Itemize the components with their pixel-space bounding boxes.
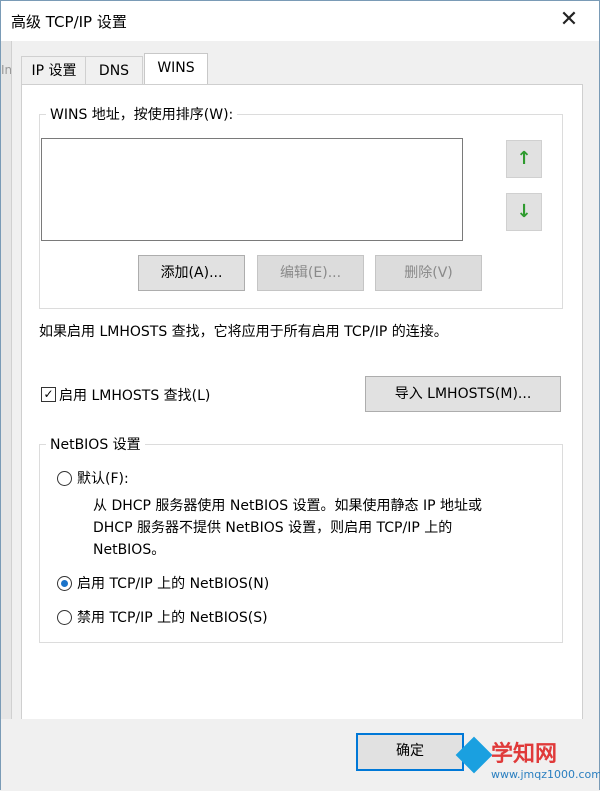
netbios-group-label: NetBIOS 设置 xyxy=(50,437,141,453)
add-button[interactable]: 添加(A)... xyxy=(138,255,245,291)
delete-button[interactable]: 删除(V) xyxy=(375,255,482,291)
default-description-line2: DHCP 服务器不提供 NetBIOS 设置，则启用 TCP/IP 上的 xyxy=(93,520,453,536)
import-lmhosts-button[interactable]: 导入 LMHOSTS(M)... xyxy=(365,376,561,412)
radio-enable-netbios[interactable] xyxy=(57,576,72,591)
lmhosts-checkbox-label[interactable]: 启用 LMHOSTS 查找(L) xyxy=(59,385,210,405)
move-down-button[interactable]: ↓ xyxy=(506,193,542,231)
checkmark-icon: ✓ xyxy=(43,387,54,401)
radio-disable-netbios[interactable] xyxy=(57,610,72,625)
background-text: In xyxy=(1,63,11,77)
tab-ip-settings[interactable]: IP 设置 xyxy=(21,56,87,85)
arrow-down-icon: ↓ xyxy=(516,201,532,222)
default-description-line3: NetBIOS。 xyxy=(93,542,166,558)
radio-default-label[interactable]: 默认(F): xyxy=(77,468,129,488)
title-bar: 高级 TCP/IP 设置 ✕ xyxy=(1,1,599,41)
watermark-url: www.jmqz1000.com xyxy=(491,768,600,781)
window-title: 高级 TCP/IP 设置 xyxy=(11,13,127,31)
dialog-window: 高级 TCP/IP 设置 ✕ In IP 设置 DNS WINS WINS 地址… xyxy=(0,0,600,791)
lmhosts-info-text: 如果启用 LMHOSTS 查找，它将应用于所有启用 TCP/IP 的连接。 xyxy=(39,324,448,340)
move-up-button[interactable]: ↑ xyxy=(506,140,542,178)
radio-enable-netbios-label[interactable]: 启用 TCP/IP 上的 NetBIOS(N) xyxy=(77,573,269,593)
close-icon[interactable]: ✕ xyxy=(557,8,581,32)
ok-button[interactable]: 确定 xyxy=(356,733,464,771)
radio-default[interactable] xyxy=(57,471,72,486)
radio-disable-netbios-label[interactable]: 禁用 TCP/IP 上的 NetBIOS(S) xyxy=(77,607,268,627)
watermark: 学知网 www.jmqz1000.com xyxy=(455,736,600,788)
tab-dns[interactable]: DNS xyxy=(85,56,143,85)
background-window-edge: In xyxy=(1,41,12,721)
default-description-line1: 从 DHCP 服务器使用 NetBIOS 设置。如果使用静态 IP 地址或 xyxy=(93,498,483,514)
arrow-up-icon: ↑ xyxy=(516,148,532,169)
lmhosts-checkbox[interactable]: ✓ xyxy=(41,387,56,402)
tab-wins[interactable]: WINS xyxy=(144,53,208,86)
watermark-logo-icon xyxy=(455,736,493,774)
edit-button[interactable]: 编辑(E)... xyxy=(257,255,364,291)
watermark-text: 学知网 xyxy=(491,742,558,767)
wins-group-label: WINS 地址，按使用排序(W): xyxy=(50,107,234,123)
wins-address-list[interactable] xyxy=(41,138,463,241)
